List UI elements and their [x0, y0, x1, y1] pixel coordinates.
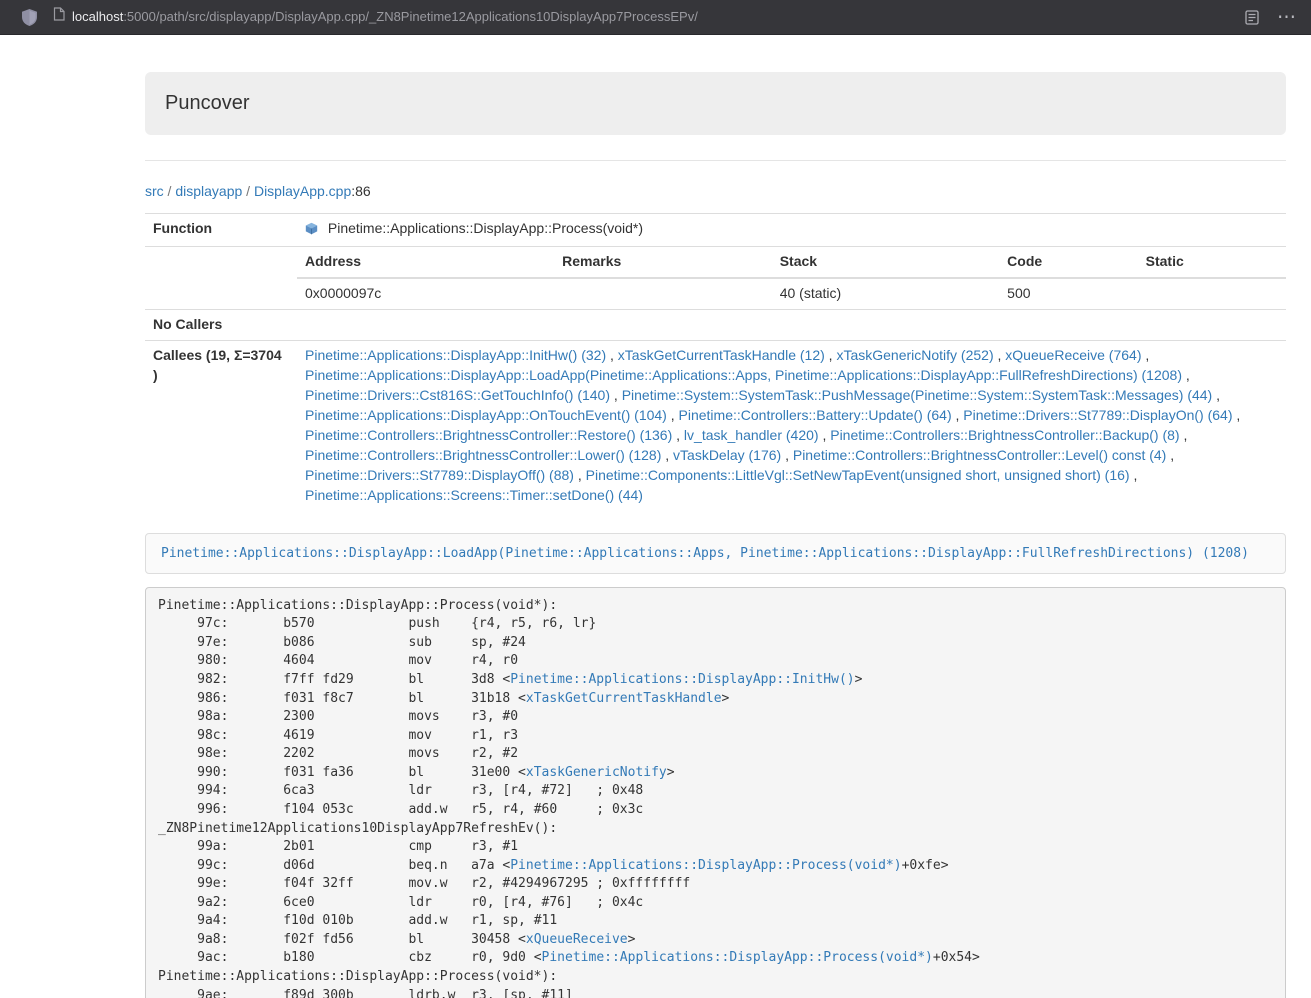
- metrics-value-row: 0x0000097c 40 (static) 500: [297, 278, 1286, 309]
- assembly-symbol-link[interactable]: xTaskGenericNotify: [526, 765, 667, 780]
- col-address: Address: [297, 247, 554, 278]
- url-path: :5000/path/src/displayapp/DisplayApp.cpp…: [123, 9, 698, 24]
- col-code: Code: [999, 247, 1137, 278]
- metrics-table: Address Remarks Stack Code Static 0x0000…: [297, 247, 1286, 309]
- cell-address: 0x0000097c: [297, 278, 554, 309]
- callee-link[interactable]: Pinetime::Controllers::BrightnessControl…: [830, 427, 1179, 443]
- reader-mode-icon[interactable]: [1245, 10, 1259, 25]
- callee-link[interactable]: Pinetime::Controllers::Battery::Update()…: [679, 407, 952, 423]
- callee-link[interactable]: vTaskDelay (176): [673, 447, 781, 463]
- callee-link[interactable]: Pinetime::Applications::DisplayApp::OnTo…: [305, 407, 667, 423]
- col-stack: Stack: [772, 247, 999, 278]
- assembly-symbol-link[interactable]: xTaskGetCurrentTaskHandle: [526, 691, 722, 706]
- highlighted-symbol-panel: Pinetime::Applications::DisplayApp::Load…: [145, 533, 1286, 574]
- callee-link[interactable]: xQueueReceive (764): [1005, 347, 1141, 363]
- url-host: localhost: [72, 9, 123, 24]
- function-label: Function: [145, 213, 297, 246]
- cell-code: 500: [999, 278, 1137, 309]
- metrics-header-row: Address Remarks Stack Code Static: [297, 247, 1286, 278]
- callee-link[interactable]: xTaskGenericNotify (252): [836, 347, 993, 363]
- col-static: Static: [1138, 247, 1286, 278]
- table-row-callers: No Callers: [145, 309, 1286, 340]
- breadcrumb-link[interactable]: DisplayApp.cpp: [254, 183, 351, 199]
- page-icon: [53, 7, 65, 27]
- breadcrumb-separator: /: [242, 183, 254, 199]
- assembly-symbol-link[interactable]: Pinetime::Applications::DisplayApp::Proc…: [510, 858, 901, 873]
- breadcrumb-link[interactable]: displayapp: [175, 183, 242, 199]
- callee-link[interactable]: xTaskGetCurrentTaskHandle (12): [618, 347, 825, 363]
- page-content: Puncover src / displayapp / DisplayApp.c…: [145, 72, 1286, 998]
- table-row-callees: Callees (19, Σ=3704 ) Pinetime::Applicat…: [145, 340, 1286, 510]
- breadcrumb: src / displayapp / DisplayApp.cpp:86: [145, 182, 1286, 202]
- callees-label: Callees (19, Σ=3704 ): [145, 340, 297, 510]
- assembly-symbol-link[interactable]: xQueueReceive: [526, 932, 628, 947]
- callee-link[interactable]: Pinetime::Controllers::BrightnessControl…: [305, 447, 661, 463]
- breadcrumb-link[interactable]: src: [145, 183, 164, 199]
- table-row-function: Function Pinetime::Applications::Display…: [145, 213, 1286, 246]
- cell-static: [1138, 278, 1286, 309]
- callee-link[interactable]: Pinetime::System::SystemTask::PushMessag…: [622, 387, 1213, 403]
- callee-link[interactable]: Pinetime::Controllers::BrightnessControl…: [305, 427, 672, 443]
- app-header: Puncover: [145, 72, 1286, 135]
- highlighted-symbol-link[interactable]: Pinetime::Applications::DisplayApp::Load…: [161, 546, 1249, 561]
- function-name: Pinetime::Applications::DisplayApp::Proc…: [328, 220, 643, 236]
- function-cell: Pinetime::Applications::DisplayApp::Proc…: [297, 213, 1286, 246]
- metrics-cell: Address Remarks Stack Code Static 0x0000…: [297, 246, 1286, 309]
- breadcrumb-line-number: :86: [351, 183, 370, 199]
- function-table: Function Pinetime::Applications::Display…: [145, 213, 1286, 511]
- breadcrumb-separator: /: [164, 183, 176, 199]
- callee-link[interactable]: Pinetime::Drivers::Cst816S::GetTouchInfo…: [305, 387, 610, 403]
- url-text: localhost:5000/path/src/displayapp/Displ…: [72, 8, 698, 27]
- divider: [145, 160, 1286, 161]
- assembly-code: Pinetime::Applications::DisplayApp::Proc…: [145, 587, 1286, 998]
- assembly-symbol-link[interactable]: Pinetime::Applications::DisplayApp::Init…: [510, 672, 854, 687]
- callee-link[interactable]: lv_task_handler (420): [684, 427, 819, 443]
- url-bar[interactable]: localhost:5000/path/src/displayapp/Displ…: [53, 7, 1233, 27]
- function-icon: [305, 221, 318, 241]
- callee-link[interactable]: Pinetime::Drivers::St7789::DisplayOn() (…: [963, 407, 1232, 423]
- callee-link[interactable]: Pinetime::Controllers::BrightnessControl…: [793, 447, 1166, 463]
- no-callers-label: No Callers: [145, 309, 297, 340]
- shield-icon[interactable]: [22, 9, 37, 26]
- browser-chrome: localhost:5000/path/src/displayapp/Displ…: [0, 0, 1311, 35]
- col-remarks: Remarks: [554, 247, 772, 278]
- assembly-symbol-link[interactable]: Pinetime::Applications::DisplayApp::Proc…: [542, 950, 933, 965]
- callees-list: Pinetime::Applications::DisplayApp::Init…: [297, 340, 1286, 510]
- callee-link[interactable]: Pinetime::Applications::DisplayApp::Init…: [305, 347, 606, 363]
- cell-remarks: [554, 278, 772, 309]
- menu-icon[interactable]: ⋯: [1277, 8, 1297, 27]
- cell-stack: 40 (static): [772, 278, 999, 309]
- table-row-metrics: Address Remarks Stack Code Static 0x0000…: [145, 246, 1286, 309]
- callee-link[interactable]: Pinetime::Applications::DisplayApp::Load…: [305, 367, 1182, 383]
- metrics-label-empty: [145, 246, 297, 309]
- callee-link[interactable]: Pinetime::Applications::Screens::Timer::…: [305, 487, 643, 503]
- callers-cell: [297, 309, 1286, 340]
- callee-link[interactable]: Pinetime::Drivers::St7789::DisplayOff() …: [305, 467, 574, 483]
- callee-link[interactable]: Pinetime::Components::LittleVgl::SetNewT…: [586, 467, 1130, 483]
- brand-title: Puncover: [165, 89, 250, 118]
